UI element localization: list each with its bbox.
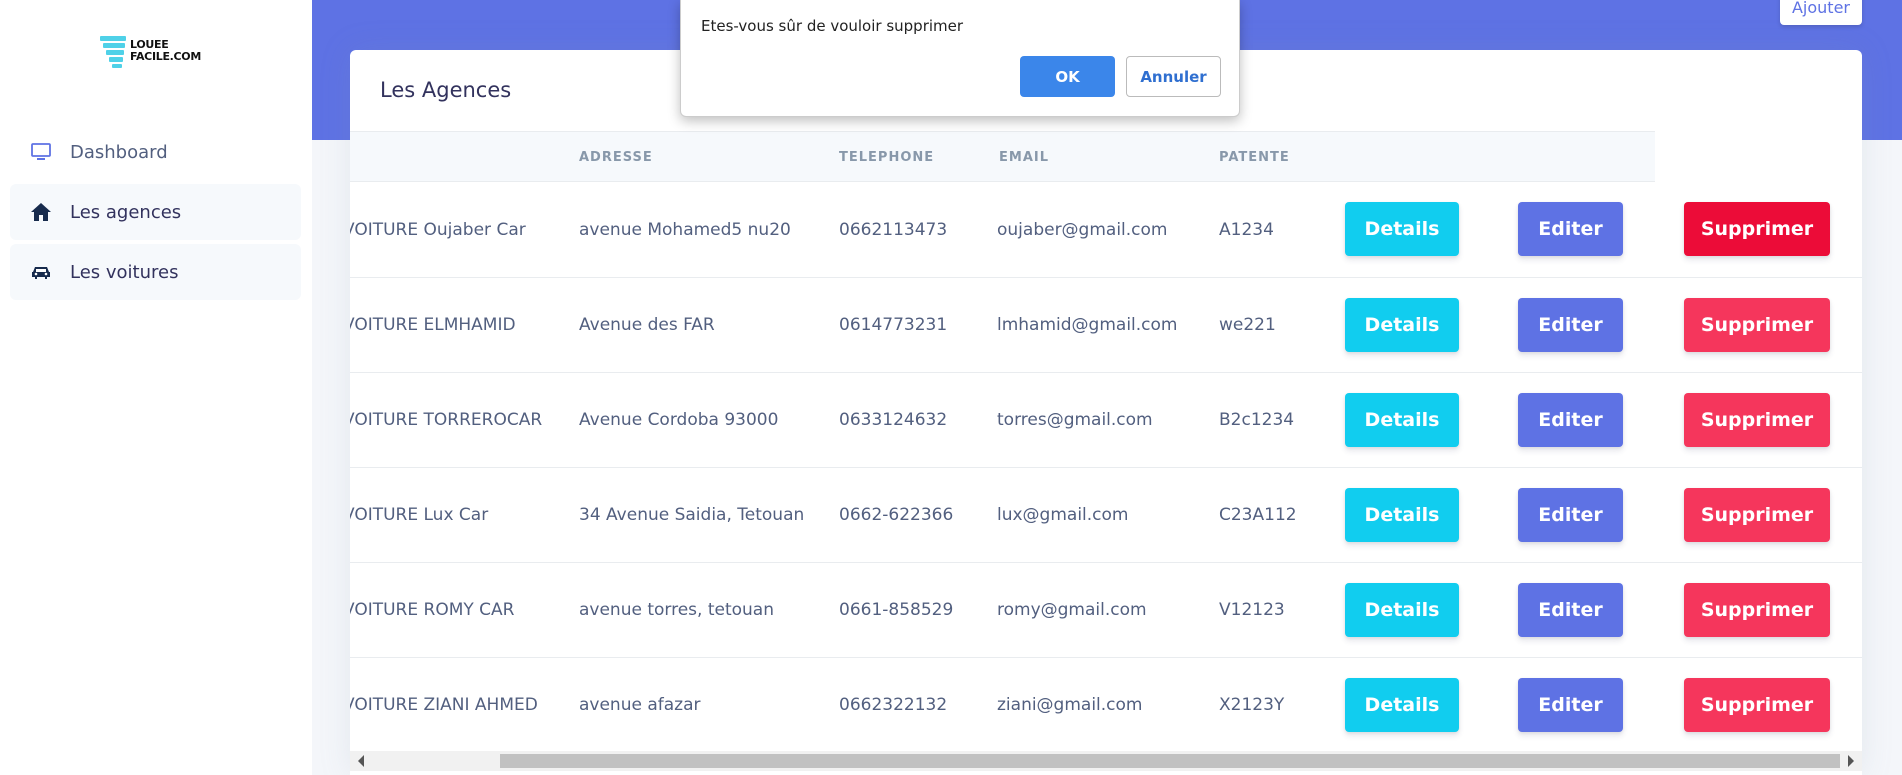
cell-adresse: Avenue des FAR [579,315,715,335]
cell-patente: X2123Y [1219,695,1285,715]
cell-patente: B2c1234 [1219,410,1295,430]
scroll-right-icon[interactable] [1848,755,1854,767]
add-button[interactable]: Ajouter [1779,0,1862,25]
confirm-dialog: Etes-vous sûr de vouloir supprimer OK An… [680,0,1240,117]
cell-adresse: avenue afazar [579,695,701,715]
cell-name: VOITURE TORREROCAR [350,410,543,430]
delete-button[interactable]: Supprimer [1684,583,1830,637]
sidebar-nav: Dashboard Les agences Les voitures [10,124,301,304]
cell-telephone: 0662322132 [839,695,948,715]
details-button[interactable]: Details [1345,393,1459,447]
edit-button[interactable]: Editer [1518,393,1623,447]
column-header-email: EMAIL [999,150,1049,165]
edit-button[interactable]: Editer [1518,298,1623,352]
cell-email: oujaber@gmail.com [997,220,1168,240]
sidebar-item-label: Les voitures [70,261,179,283]
details-button[interactable]: Details [1345,202,1459,256]
cell-adresse: 34 Avenue Saidia, Tetouan [579,505,805,525]
cell-patente: V12123 [1219,600,1285,620]
cell-name: VOITURE Lux Car [350,505,489,525]
card-title: Les Agences [380,78,512,102]
edit-button[interactable]: Editer [1518,583,1623,637]
edit-button[interactable]: Editer [1518,678,1623,732]
table-row: VOITURE Oujaber Car avenue Mohamed5 nu20 0… [350,183,1862,278]
cell-name: VOITURE ROMY CAR [350,600,515,620]
column-header-telephone: TELEPHONE [839,150,935,165]
table-row: VOITURE TORREROCAR Avenue Cordoba 93000 06… [350,373,1862,468]
details-button[interactable]: Details [1345,488,1459,542]
cell-adresse: avenue Mohamed5 nu20 [579,220,791,240]
sidebar-item-dashboard[interactable]: Dashboard [10,124,301,180]
cell-name: VOITURE ZIANI AHMED [350,695,538,715]
logo-mark-icon [100,34,126,68]
delete-button[interactable]: Supprimer [1684,678,1830,732]
delete-button[interactable]: Supprimer [1684,488,1830,542]
details-button[interactable]: Details [1345,678,1459,732]
cell-name: VOITURE Oujaber Car [350,220,526,240]
cell-name: VOITURE ELMHAMID [350,315,516,335]
table-row: VOITURE ROMY CAR avenue torres, tetouan 06… [350,563,1862,658]
agencies-table: ADRESSE TELEPHONE EMAIL PATENTE VOITURE … [350,131,1862,751]
table-row: VOITURE ELMHAMID Avenue des FAR 0614773231… [350,278,1862,373]
table-row: VOITURE ZIANI AHMED avenue afazar 06623221… [350,658,1862,751]
table-header: ADRESSE TELEPHONE EMAIL PATENTE [350,131,1655,182]
edit-button[interactable]: Editer [1518,488,1623,542]
cell-patente: we221 [1219,315,1276,335]
scroll-left-icon[interactable] [358,755,364,767]
cell-email: torres@gmail.com [997,410,1153,430]
home-icon [30,201,52,223]
dialog-ok-button[interactable]: OK [1020,56,1115,97]
delete-button[interactable]: Supprimer [1684,393,1830,447]
logo-text: LOUEE FACILE.COM [130,39,201,63]
cell-adresse: avenue torres, tetouan [579,600,775,620]
sidebar-item-voitures[interactable]: Les voitures [10,244,301,300]
agencies-card: Les Agences ADRESSE TELEPHONE EMAIL PATE… [350,50,1862,775]
column-header-patente: PATENTE [1219,150,1290,165]
cell-patente: A1234 [1219,220,1274,240]
delete-button[interactable]: Supprimer [1684,202,1830,256]
dialog-cancel-button[interactable]: Annuler [1126,56,1221,97]
details-button[interactable]: Details [1345,583,1459,637]
logo-line-2: FACILE.COM [130,50,202,63]
edit-button[interactable]: Editer [1518,202,1623,256]
car-icon [30,261,52,283]
cell-email: romy@gmail.com [997,600,1147,620]
cell-telephone: 0614773231 [839,315,948,335]
cell-adresse: Avenue Cordoba 93000 [579,410,779,430]
cell-telephone: 0662113473 [839,220,948,240]
sidebar: LOUEE FACILE.COM Dashboard Les agences L… [0,0,312,775]
monitor-icon [30,141,52,163]
table-row: VOITURE Lux Car 34 Avenue Saidia, Tetouan… [350,468,1862,563]
cell-telephone: 0662-622366 [839,505,954,525]
column-header-adresse: ADRESSE [579,150,653,165]
sidebar-item-label: Les agences [70,201,182,223]
sidebar-item-label: Dashboard [70,141,168,163]
details-button[interactable]: Details [1345,298,1459,352]
cell-telephone: 0633124632 [839,410,948,430]
delete-button[interactable]: Supprimer [1684,298,1830,352]
cell-email: lux@gmail.com [997,505,1129,525]
sidebar-item-agences[interactable]: Les agences [10,184,301,240]
horizontal-scrollbar[interactable] [350,751,1862,771]
cell-email: ziani@gmail.com [997,695,1143,715]
dialog-message: Etes-vous sûr de vouloir supprimer [701,17,964,35]
scrollbar-thumb[interactable] [500,754,1840,768]
cell-telephone: 0661-858529 [839,600,954,620]
logo[interactable]: LOUEE FACILE.COM [100,34,201,68]
cell-email: lmhamid@gmail.com [997,315,1178,335]
cell-patente: C23A112 [1219,505,1297,525]
